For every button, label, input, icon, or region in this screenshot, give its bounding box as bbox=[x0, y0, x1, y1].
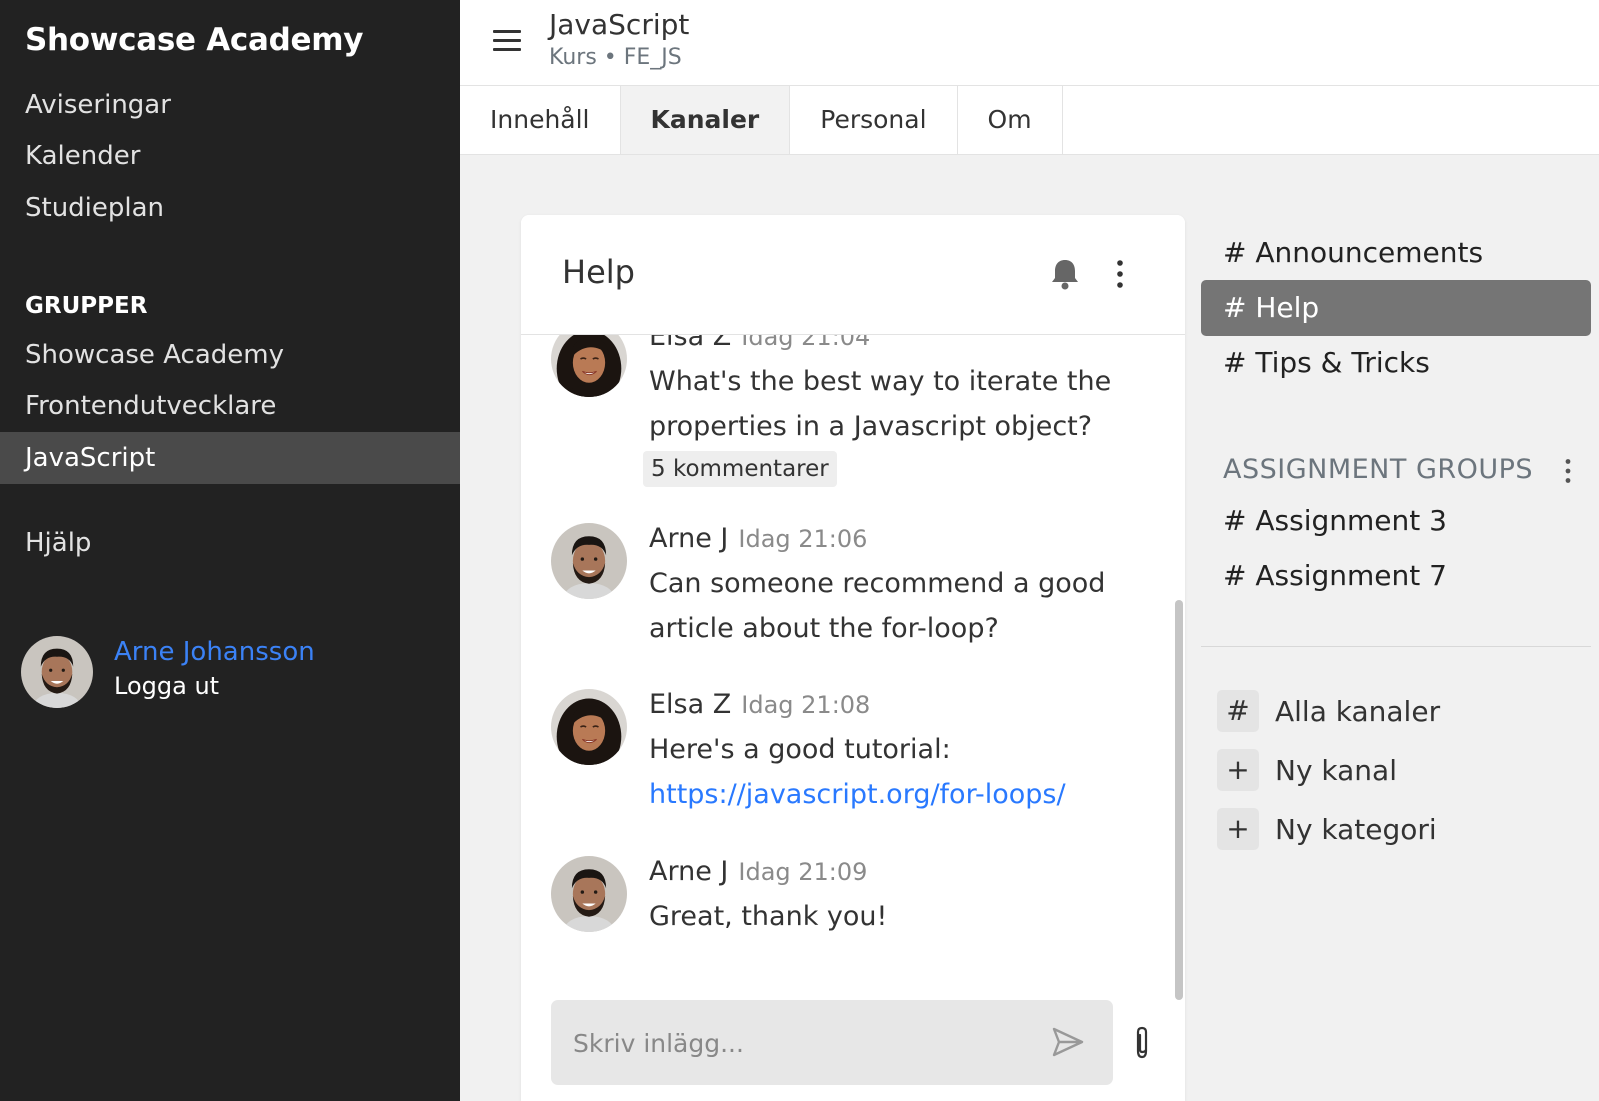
user-avatar[interactable] bbox=[21, 636, 93, 708]
comments-badge[interactable]: 5 kommentarer bbox=[643, 451, 837, 487]
message-item: Elsa Z Idag 21:04 What's the best way to … bbox=[551, 335, 1151, 491]
channel-item-tips-tricks[interactable]: # Tips & Tricks bbox=[1201, 335, 1591, 391]
channel-item-help[interactable]: # Help bbox=[1201, 280, 1591, 336]
sidebar-group-javascript[interactable]: JavaScript bbox=[0, 432, 460, 484]
message-list[interactable]: Elsa Z Idag 21:04 What's the best way to … bbox=[521, 335, 1185, 995]
avatar[interactable] bbox=[551, 523, 627, 599]
sidebar-item-hjalp[interactable]: Hjälp bbox=[0, 517, 460, 569]
sidebar-group-showcase-academy[interactable]: Showcase Academy bbox=[0, 329, 460, 381]
message-scrollbar[interactable] bbox=[1175, 600, 1183, 1000]
tab-kanaler[interactable]: Kanaler bbox=[620, 86, 791, 154]
group-more-icon[interactable] bbox=[1564, 458, 1572, 484]
channel-item-announcements[interactable]: # Announcements bbox=[1201, 225, 1591, 281]
top-header: JavaScript Kurs • FE_JS bbox=[460, 0, 1599, 86]
message-text: What's the best way to iterate the prope… bbox=[649, 366, 1112, 442]
groups-section-label: GRUPPER bbox=[25, 293, 148, 319]
avatar[interactable] bbox=[551, 335, 627, 397]
hamburger-menu-icon[interactable] bbox=[493, 30, 521, 52]
channel-list: # Announcements # Help # Tips & Tricks A… bbox=[1185, 220, 1599, 920]
plus-icon: + bbox=[1217, 749, 1259, 791]
sidebar-group-frontendutvecklare[interactable]: Frontendutvecklare bbox=[0, 380, 460, 432]
action-label: Ny kategori bbox=[1275, 813, 1437, 846]
channel-title: Help bbox=[562, 253, 635, 291]
message-time: Idag 21:06 bbox=[738, 525, 868, 553]
message-text: Here's a good tutorial: bbox=[649, 734, 951, 765]
avatar[interactable] bbox=[551, 856, 627, 932]
tab-personal[interactable]: Personal bbox=[790, 86, 958, 154]
message-author[interactable]: Elsa Z bbox=[649, 689, 731, 720]
action-label: Alla kanaler bbox=[1275, 695, 1441, 728]
message-author[interactable]: Arne J bbox=[649, 856, 728, 887]
sidebar-item-kalender[interactable]: Kalender bbox=[0, 130, 460, 182]
user-name-link[interactable]: Arne Johansson bbox=[114, 637, 315, 667]
tab-innehall[interactable]: Innehåll bbox=[460, 86, 621, 154]
message-link[interactable]: https://javascript.org/for-loops/ bbox=[649, 779, 1066, 810]
action-label: Ny kanal bbox=[1275, 754, 1397, 787]
message-input[interactable] bbox=[573, 1020, 1033, 1066]
message-time: Idag 21:09 bbox=[738, 858, 868, 886]
message-text: Great, thank you! bbox=[649, 901, 888, 932]
logout-link[interactable]: Logga ut bbox=[114, 672, 219, 700]
message-time: Idag 21:04 bbox=[741, 335, 871, 351]
page-subtitle: Kurs • FE_JS bbox=[549, 45, 682, 70]
assignment-groups-label: ASSIGNMENT GROUPS bbox=[1223, 454, 1534, 485]
channel-item-assignment-7[interactable]: # Assignment 7 bbox=[1201, 548, 1591, 604]
page-title: JavaScript bbox=[549, 8, 690, 41]
brand-title[interactable]: Showcase Academy bbox=[25, 22, 363, 58]
message-author[interactable]: Elsa Z bbox=[649, 335, 731, 352]
sidebar: Showcase Academy Aviseringar Kalender St… bbox=[0, 0, 460, 1101]
channel-more-icon[interactable] bbox=[1114, 259, 1126, 289]
message-author[interactable]: Arne J bbox=[649, 523, 728, 554]
sidebar-item-aviseringar[interactable]: Aviseringar bbox=[0, 79, 460, 131]
tab-bar: Innehåll Kanaler Personal Om bbox=[460, 86, 1599, 155]
message-item: Arne J Idag 21:06 Can someone recommend a… bbox=[551, 523, 1151, 653]
sidebar-item-studieplan[interactable]: Studieplan bbox=[0, 182, 460, 234]
avatar bbox=[21, 636, 93, 708]
paperclip-icon[interactable] bbox=[1131, 1025, 1153, 1061]
message-text: Can someone recommend a good article abo… bbox=[649, 568, 1106, 644]
bell-icon[interactable] bbox=[1050, 257, 1080, 291]
message-item: Arne J Idag 21:09 Great, thank you! bbox=[551, 856, 1151, 946]
message-item: Elsa Z Idag 21:08 Here's a good tutorial:… bbox=[551, 689, 1151, 819]
avatar[interactable] bbox=[551, 689, 627, 765]
channel-item-assignment-3[interactable]: # Assignment 3 bbox=[1201, 493, 1591, 549]
plus-icon: + bbox=[1217, 808, 1259, 850]
message-composer bbox=[551, 1000, 1113, 1085]
channel-card: Help Elsa Z Idag 21:04 What's the best wa… bbox=[521, 215, 1185, 1101]
channel-header: Help bbox=[521, 215, 1185, 335]
hash-icon: # bbox=[1217, 690, 1259, 732]
send-icon[interactable] bbox=[1051, 1026, 1085, 1058]
divider bbox=[1201, 646, 1591, 647]
tab-om[interactable]: Om bbox=[957, 86, 1063, 154]
message-time: Idag 21:08 bbox=[741, 691, 871, 719]
